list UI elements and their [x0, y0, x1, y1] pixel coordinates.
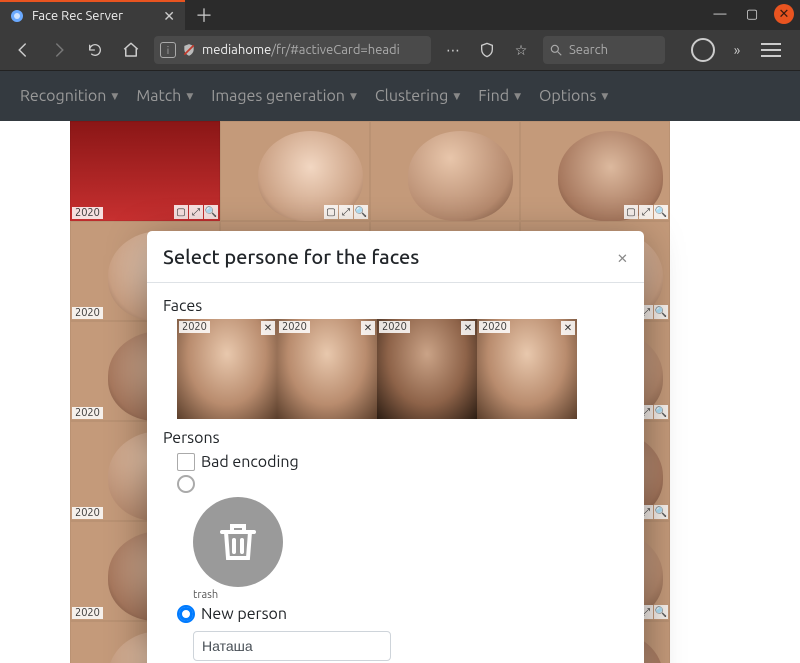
- content-area: 2020 ▢⤢🔍 ▢⤢🔍 ▢⤢🔍 2020 ▢⤢🔍 2020 ▢⤢🔍 2020 …: [0, 121, 800, 663]
- modal-backdrop: Select persone for the faces × Faces 202…: [0, 121, 800, 663]
- bad-encoding-label: Bad encoding: [201, 453, 299, 471]
- tab-favicon: [10, 9, 24, 23]
- new-person-row[interactable]: New person: [177, 605, 628, 623]
- back-button[interactable]: [10, 37, 36, 63]
- tab-title: Face Rec Server: [32, 9, 155, 23]
- face-remove-icon[interactable]: ✕: [261, 321, 275, 335]
- search-bar[interactable]: Search: [543, 36, 665, 64]
- face-remove-icon[interactable]: ✕: [561, 321, 575, 335]
- face-tile[interactable]: 2020 ✕: [477, 319, 577, 419]
- bad-encoding-row[interactable]: Bad encoding: [177, 453, 628, 471]
- menu-options[interactable]: Options▼: [539, 87, 608, 105]
- trash-label: trash: [193, 589, 289, 601]
- pocket-icon[interactable]: [691, 38, 715, 62]
- face-year-label: 2020: [279, 321, 310, 333]
- tab-close-icon[interactable]: ✕: [163, 8, 175, 25]
- trash-icon: [193, 497, 283, 587]
- new-tab-button[interactable]: ＋: [195, 2, 213, 28]
- hamburger-menu-icon[interactable]: [759, 38, 783, 62]
- search-placeholder: Search: [569, 43, 608, 57]
- search-icon: [549, 43, 563, 57]
- modal-close-icon[interactable]: ×: [617, 247, 628, 267]
- reader-mode-icon[interactable]: [475, 38, 499, 62]
- persons-list: Bad encoding trash New person: [163, 453, 628, 661]
- menu-images-generation[interactable]: Images generation▼: [211, 87, 357, 105]
- url-bar[interactable]: i mediahome/fr/#activeCard=headi: [154, 36, 431, 64]
- menu-clustering[interactable]: Clustering▼: [375, 87, 460, 105]
- trash-row[interactable]: [177, 475, 628, 493]
- browser-tab[interactable]: Face Rec Server ✕: [0, 0, 185, 30]
- trash-tile[interactable]: trash: [193, 497, 289, 601]
- face-tile[interactable]: 2020 ✕: [177, 319, 277, 419]
- new-person-label: New person: [201, 605, 287, 623]
- menu-recognition[interactable]: Recognition▼: [20, 87, 118, 105]
- face-year-label: 2020: [379, 321, 410, 333]
- face-remove-icon[interactable]: ✕: [361, 321, 375, 335]
- face-tile[interactable]: 2020 ✕: [377, 319, 477, 419]
- reload-button[interactable]: [82, 37, 108, 63]
- faces-row: 2020 ✕ 2020 ✕ 2020 ✕ 2020 ✕: [177, 319, 628, 419]
- overflow-icon[interactable]: »: [725, 38, 749, 62]
- window-maximize-button[interactable]: ▢: [742, 4, 762, 24]
- site-info-icon[interactable]: i: [160, 42, 176, 58]
- url-path: /fr/#activeCard=headi: [271, 43, 400, 57]
- bookmark-star-icon[interactable]: ☆: [509, 38, 533, 62]
- modal-body: Faces 2020 ✕ 2020 ✕ 2020 ✕ 2020 ✕: [147, 283, 644, 663]
- face-remove-icon[interactable]: ✕: [461, 321, 475, 335]
- app-menubar: Recognition▼ Match▼ Images generation▼ C…: [0, 71, 800, 121]
- new-person-name-input[interactable]: [193, 631, 391, 661]
- face-tile[interactable]: 2020 ✕: [277, 319, 377, 419]
- url-host: mediahome: [202, 43, 271, 57]
- page-actions-icon[interactable]: ⋯: [441, 38, 465, 62]
- menu-match[interactable]: Match▼: [136, 87, 193, 105]
- trash-radio[interactable]: [177, 475, 195, 493]
- face-year-label: 2020: [479, 321, 510, 333]
- tracking-shield-icon[interactable]: [182, 43, 196, 57]
- window-close-button[interactable]: ✕: [774, 4, 794, 24]
- home-button[interactable]: [118, 37, 144, 63]
- bad-encoding-checkbox[interactable]: [177, 453, 195, 471]
- menu-find[interactable]: Find▼: [478, 87, 521, 105]
- faces-section-label: Faces: [163, 297, 628, 315]
- os-titlebar: Face Rec Server ✕ ＋ — ▢ ✕: [0, 0, 800, 30]
- new-person-radio[interactable]: [177, 605, 195, 623]
- modal-title: Select persone for the faces: [163, 245, 617, 268]
- modal-header: Select persone for the faces ×: [147, 231, 644, 283]
- window-minimize-button[interactable]: —: [710, 4, 730, 24]
- forward-button[interactable]: [46, 37, 72, 63]
- face-year-label: 2020: [179, 321, 210, 333]
- browser-toolbar: i mediahome/fr/#activeCard=headi ⋯ ☆ Sea…: [0, 30, 800, 71]
- select-person-modal: Select persone for the faces × Faces 202…: [147, 231, 644, 663]
- persons-section-label: Persons: [163, 429, 628, 447]
